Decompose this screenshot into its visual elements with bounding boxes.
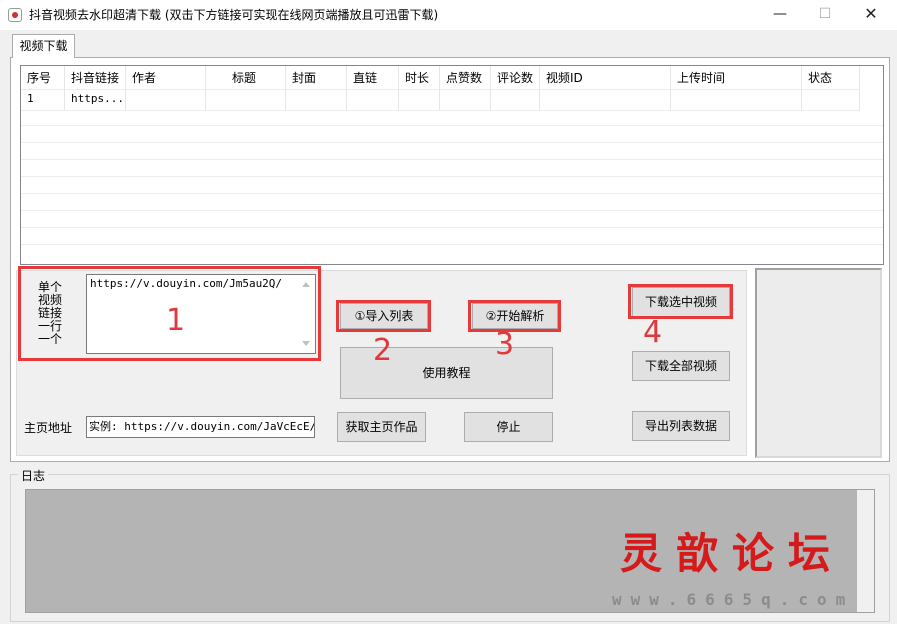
annotation-box-3 [468,300,561,332]
annotation-number-3: 3 [495,327,515,362]
watermark-logo: 灵歆论坛 [620,529,845,578]
cell-upload-time [671,90,802,111]
cell-video-id [540,90,671,111]
tab-video-download[interactable]: 视频下载 [12,34,75,58]
column-header-title[interactable]: 标题 [206,66,286,90]
homepage-label: 主页地址 [24,421,73,435]
get-homepage-works-button[interactable]: 获取主页作品 [337,412,426,442]
annotation-number-2: 2 [373,333,393,368]
minimize-button[interactable]: — [758,0,802,30]
column-header-comments[interactable]: 评论数 [491,66,540,90]
cell-title [206,90,286,111]
column-header-likes[interactable]: 点赞数 [440,66,491,90]
table-header: 序号 抖音链接 作者 标题 封面 直链 时长 点赞数 评论数 视频ID 上传时间… [21,66,883,90]
maximize-button[interactable]: ☐ [803,0,847,30]
cell-likes [440,90,491,111]
annotation-box-2 [336,300,431,332]
cell-index: 1 [21,90,65,111]
watermark-url: www.6665q.com [612,590,855,609]
grid-divider [21,227,883,228]
cell-status [802,90,860,111]
tutorial-button[interactable]: 使用教程 [340,347,553,399]
log-label: 日志 [18,467,49,484]
column-header-duration[interactable]: 时长 [399,66,440,90]
download-all-button[interactable]: 下载全部视频 [632,351,730,381]
cell-cover [286,90,347,111]
annotation-box-4 [628,284,733,319]
cell-author [126,90,206,111]
title-bar: 抖音视频去水印超清下载 (双击下方链接可实现在线网页端播放且可迅雷下载) — ☐… [0,0,897,30]
grid-divider [21,193,883,194]
grid-divider [21,210,883,211]
log-scrollbar[interactable] [857,490,874,612]
grid-divider [21,176,883,177]
cell-link[interactable]: https... [65,90,126,111]
homepage-input[interactable]: 实例: https://v.douyin.com/JaVcEcE/ [86,416,315,438]
app-icon [8,8,22,22]
window-title: 抖音视频去水印超清下载 (双击下方链接可实现在线网页端播放且可迅雷下载) [29,8,439,22]
column-header-index[interactable]: 序号 [21,66,65,90]
column-header-direct-link[interactable]: 直链 [347,66,399,90]
column-header-link[interactable]: 抖音链接 [65,66,126,90]
column-header-cover[interactable]: 封面 [286,66,347,90]
column-header-status[interactable]: 状态 [802,66,860,90]
grid-divider [21,159,883,160]
cell-direct-link [347,90,399,111]
stop-button[interactable]: 停止 [464,412,553,442]
grid-divider [21,244,883,245]
annotation-number-1: 1 [166,303,186,338]
table-row[interactable]: 1 https... [21,90,883,114]
annotation-number-4: 4 [643,315,663,350]
cell-duration [399,90,440,111]
close-button[interactable]: ✕ [849,0,893,30]
cell-comments [491,90,540,111]
column-header-author[interactable]: 作者 [126,66,206,90]
grid-divider [21,125,883,126]
column-header-video-id[interactable]: 视频ID [540,66,671,90]
grid-divider [21,142,883,143]
export-list-button[interactable]: 导出列表数据 [632,411,730,441]
results-table[interactable]: 序号 抖音链接 作者 标题 封面 直链 时长 点赞数 评论数 视频ID 上传时间… [20,65,884,265]
cover-preview-box [755,268,882,458]
column-header-upload-time[interactable]: 上传时间 [671,66,802,90]
